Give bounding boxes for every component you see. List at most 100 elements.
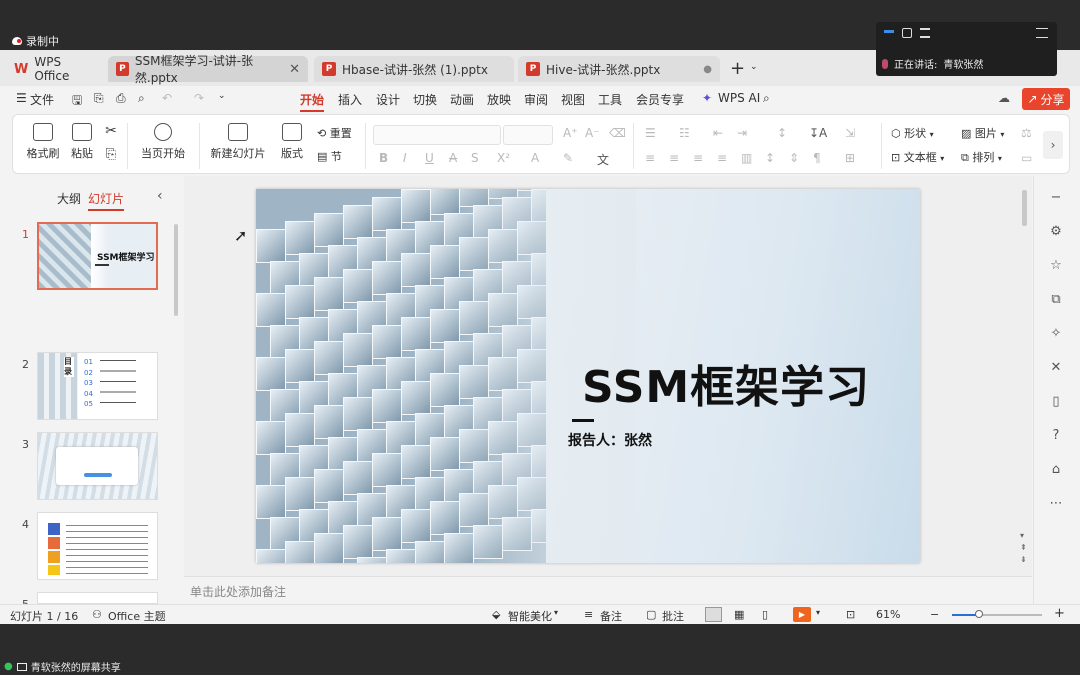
decrease-indent-icon[interactable]: ⇤ — [713, 126, 723, 140]
clear-format-icon[interactable]: ⌫ — [609, 126, 626, 140]
paragraph-spacing-icon[interactable]: ⇕ — [789, 151, 799, 165]
chevron-down-icon[interactable]: ⌄ — [750, 62, 758, 72]
bullet-list-icon[interactable]: ☰ — [645, 126, 656, 140]
sort-icon[interactable]: ↧A — [809, 126, 827, 140]
undo-icon[interactable]: ↶ — [162, 91, 172, 105]
help-icon[interactable]: ? — [1048, 428, 1064, 444]
zoom-level[interactable]: 61% — [876, 608, 900, 621]
tab-hive[interactable]: P Hive-试讲-张然.pptx ● — [518, 56, 720, 82]
zoom-in-icon[interactable]: + — [1054, 606, 1065, 621]
align-center-icon[interactable]: ≡ — [669, 151, 679, 165]
menu-insert[interactable]: 插入 — [338, 91, 362, 108]
shape-button[interactable]: ⬡ 形状 ▾ — [891, 125, 951, 141]
layout-button[interactable]: 版式 — [277, 123, 307, 161]
menu-transition[interactable]: 切换 — [413, 91, 437, 108]
align-left-icon[interactable]: ≡ — [645, 151, 655, 165]
print-icon[interactable]: ⎙ — [116, 91, 126, 106]
justify-icon[interactable]: ≡ — [717, 151, 727, 165]
menu-view[interactable]: 视图 — [561, 91, 585, 108]
menu-membership[interactable]: 会员专享 — [636, 91, 684, 108]
slide-1[interactable]: SSM框架学习 报告人：张然 — [256, 189, 920, 563]
italic-icon[interactable]: I — [403, 151, 407, 165]
zoom-slider[interactable] — [952, 614, 1042, 616]
play-from-current-button[interactable]: 当页开始 — [135, 123, 191, 161]
settings-sliders-icon[interactable]: ⚙ — [1048, 224, 1064, 240]
new-slide-button[interactable]: 新建幻灯片 — [207, 123, 269, 161]
minus-icon[interactable]: − — [1048, 190, 1064, 206]
format-painter-button[interactable]: 格式刷 — [23, 123, 63, 161]
menu-file[interactable]: 文件 — [30, 91, 54, 108]
theme-name[interactable]: Office 主题 — [108, 608, 166, 624]
canvas-scrollbar[interactable] — [1022, 190, 1027, 226]
redo-icon[interactable]: ↷ — [194, 91, 204, 105]
slide-thumbnail-3[interactable] — [37, 432, 158, 500]
book-icon[interactable]: ▯ — [1048, 394, 1064, 410]
window-icon[interactable] — [902, 28, 912, 38]
transition-icon[interactable]: ⧉ — [1048, 292, 1064, 308]
export-icon[interactable]: ⎘ — [94, 91, 104, 106]
slide-thumbnail-1[interactable]: SSM框架学习 — [37, 222, 158, 290]
slide-reporter[interactable]: 报告人：张然 — [568, 430, 652, 450]
menu-tools[interactable]: 工具 — [598, 91, 622, 108]
arrange-button[interactable]: ⧉ 排列 ▾ — [961, 149, 1021, 165]
align-right-icon[interactable]: ≡ — [693, 151, 703, 165]
font-size-select[interactable] — [503, 125, 553, 145]
collapse-panel-icon[interactable]: ‹ — [157, 188, 163, 204]
font-grow-icon[interactable]: A⁺ — [563, 126, 578, 140]
beautify-button[interactable]: 智能美化 — [508, 608, 552, 624]
fit-window-icon[interactable]: ⊡ — [846, 608, 855, 621]
tab-slides[interactable]: 幻灯片 — [88, 190, 125, 211]
slide-title[interactable]: SSM框架学习 — [582, 351, 870, 415]
section-button[interactable]: ▤ 节 — [317, 148, 359, 164]
font-shrink-icon[interactable]: A⁻ — [585, 126, 600, 140]
reset-button[interactable]: ⟲ 重置 — [317, 125, 359, 141]
hamburger-icon[interactable]: ☰ — [16, 91, 27, 105]
tab-ssm[interactable]: P SSM框架学习-试讲-张然.pptx ✕ — [108, 54, 308, 85]
scroll-nav-icon[interactable]: ▾ ⇞ ⇟ — [1020, 530, 1027, 566]
strikethrough-icon[interactable]: A — [449, 151, 457, 165]
textbox-button[interactable]: ⊡ 文本框 ▾ — [891, 149, 955, 165]
superscript-icon[interactable]: X² — [497, 151, 510, 165]
menu-design[interactable]: 设计 — [376, 91, 400, 108]
ribbon-scroll-right-icon[interactable]: › — [1043, 131, 1063, 159]
outline-icon[interactable]: ▭ — [1021, 151, 1032, 165]
copy-icon[interactable]: ⎘ — [101, 147, 121, 162]
zoom-slider-handle[interactable] — [975, 610, 984, 618]
menu-slideshow[interactable]: 放映 — [487, 91, 511, 108]
panel-scrollbar[interactable] — [174, 224, 178, 316]
text-direction-icon[interactable]: ↕ — [777, 126, 787, 140]
menu-review[interactable]: 审阅 — [524, 91, 548, 108]
notes-button[interactable]: 备注 — [600, 608, 622, 624]
share-button[interactable]: ↗ 分享 — [1022, 88, 1070, 110]
search-icon[interactable]: ⌕ — [763, 91, 770, 106]
theme-icon[interactable]: ⌂ — [1048, 462, 1064, 478]
font-family-select[interactable] — [373, 125, 501, 145]
slide-thumbnail-4[interactable] — [37, 512, 158, 580]
slide-thumbnail-5[interactable] — [37, 592, 158, 604]
slide-thumbnail-2[interactable]: 目录 01 02 03 04 05 — [37, 352, 158, 420]
font-color-icon[interactable]: A — [531, 151, 539, 165]
menu-animation[interactable]: 动画 — [450, 91, 474, 108]
comments-button[interactable]: 批注 — [662, 608, 684, 624]
animation-icon[interactable]: ✧ — [1048, 326, 1064, 342]
tab-outline[interactable]: 大纲 — [57, 190, 81, 207]
bold-icon[interactable]: B — [379, 151, 388, 165]
save-icon[interactable]: 🖫 — [72, 91, 82, 112]
line-spacing-icon[interactable]: ↕ — [765, 151, 775, 165]
menu-wps-ai[interactable]: WPS AI — [718, 91, 760, 105]
paragraph-icon[interactable]: ¶ — [813, 151, 821, 165]
chevron-down-icon[interactable]: ⌄ — [218, 91, 226, 101]
tab-wps-office[interactable]: W WPS Office — [6, 55, 106, 83]
tools-icon[interactable]: ✕ — [1048, 360, 1064, 376]
picture-button[interactable]: ▨ 图片 ▾ — [961, 125, 1021, 141]
more-icon[interactable]: ⋯ — [1048, 496, 1064, 512]
shadow-icon[interactable]: S — [471, 151, 479, 165]
cut-icon[interactable]: ✂ — [101, 123, 121, 139]
columns-icon[interactable]: ▥ — [741, 151, 752, 165]
chevron-down-icon[interactable]: ▾ — [816, 608, 820, 617]
text-fit-icon[interactable]: ⇲ — [845, 126, 855, 140]
menu-home[interactable]: 开始 — [300, 91, 325, 112]
star-icon[interactable]: ☆ — [1048, 258, 1064, 274]
minimize-icon[interactable] — [884, 30, 894, 33]
close-icon[interactable]: ✕ — [289, 62, 300, 77]
